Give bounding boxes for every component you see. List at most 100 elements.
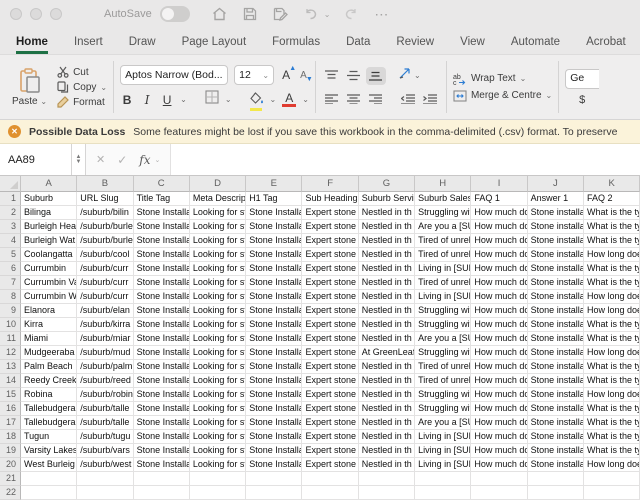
cell-g18[interactable]: Nestled in th: [359, 430, 415, 444]
cell-f9[interactable]: Expert stone: [302, 304, 358, 318]
cell-c16[interactable]: Stone Installa: [134, 402, 190, 416]
column-header-h[interactable]: H: [415, 176, 471, 192]
cell-a15[interactable]: Robina: [21, 388, 77, 402]
cell-f2[interactable]: Expert stone: [302, 206, 358, 220]
cell-a18[interactable]: Tugun: [21, 430, 77, 444]
cell-i5[interactable]: How much do: [471, 248, 527, 262]
cell-k4[interactable]: What is the ty: [584, 234, 640, 248]
column-header-g[interactable]: G: [359, 176, 415, 192]
cell-h22[interactable]: [415, 486, 471, 500]
cell-g2[interactable]: Nestled in th: [359, 206, 415, 220]
row-header-18[interactable]: 18: [0, 430, 21, 444]
undo-chevron-icon[interactable]: ⌄: [324, 10, 331, 19]
cell-a11[interactable]: Miami: [21, 332, 77, 346]
align-center-button[interactable]: [344, 90, 364, 108]
cell-b17[interactable]: /suburb/talle: [77, 416, 133, 430]
cell-b21[interactable]: [77, 472, 133, 486]
cell-i13[interactable]: How much do: [471, 360, 527, 374]
cell-h20[interactable]: Living in [SUB: [415, 458, 471, 472]
cell-c10[interactable]: Stone Installa: [134, 318, 190, 332]
cell-d15[interactable]: Looking for st: [190, 388, 246, 402]
cell-e21[interactable]: [246, 472, 302, 486]
enter-entry-icon[interactable]: ✓: [117, 153, 127, 167]
column-header-c[interactable]: C: [134, 176, 190, 192]
paste-chevron-icon[interactable]: ⌄: [40, 97, 47, 106]
font-color-chevron-icon[interactable]: ⌄: [302, 95, 309, 104]
row-header-11[interactable]: 11: [0, 332, 21, 346]
cell-k2[interactable]: What is the ty: [584, 206, 640, 220]
cell-e13[interactable]: Stone Installa: [246, 360, 302, 374]
fill-color-chevron-icon[interactable]: ⌄: [270, 95, 277, 104]
cell-e20[interactable]: Stone Installa: [246, 458, 302, 472]
orientation-chevron-icon[interactable]: ⌄: [414, 71, 421, 80]
cell-d4[interactable]: Looking for st: [190, 234, 246, 248]
cell-k21[interactable]: [584, 472, 640, 486]
cell-i3[interactable]: How much do: [471, 220, 527, 234]
tab-data[interactable]: Data: [346, 36, 370, 54]
cell-d19[interactable]: Looking for st: [190, 444, 246, 458]
cell-h10[interactable]: Struggling wit: [415, 318, 471, 332]
cell-h2[interactable]: Struggling wit: [415, 206, 471, 220]
stepper-down-icon[interactable]: ▼: [76, 160, 82, 165]
insert-function-icon[interactable]: fx: [139, 153, 150, 167]
borders-chevron-icon[interactable]: ⌄: [225, 95, 232, 104]
cell-e4[interactable]: Stone Installa: [246, 234, 302, 248]
cell-e7[interactable]: Stone Installa: [246, 276, 302, 290]
cell-i4[interactable]: How much do: [471, 234, 527, 248]
cell-j6[interactable]: Stone installa: [528, 262, 584, 276]
cell-g14[interactable]: Nestled in th: [359, 374, 415, 388]
undo-icon[interactable]: [304, 8, 318, 21]
more-commands-icon[interactable]: ⋯: [374, 6, 389, 23]
row-header-15[interactable]: 15: [0, 388, 21, 402]
row-header-19[interactable]: 19: [0, 444, 21, 458]
cell-b1[interactable]: URL Slug: [77, 192, 133, 206]
cell-c19[interactable]: Stone Installa: [134, 444, 190, 458]
cell-e3[interactable]: Stone Installa: [246, 220, 302, 234]
cell-j15[interactable]: Stone installa: [528, 388, 584, 402]
cell-c3[interactable]: Stone Installa: [134, 220, 190, 234]
cell-k9[interactable]: How long doe: [584, 304, 640, 318]
italic-button[interactable]: I: [140, 93, 154, 107]
tab-formulas[interactable]: Formulas: [272, 36, 320, 54]
cell-f4[interactable]: Expert stone: [302, 234, 358, 248]
cell-i22[interactable]: [471, 486, 527, 500]
row-header-21[interactable]: 21: [0, 472, 21, 486]
cell-a3[interactable]: Burleigh Hea: [21, 220, 77, 234]
home-icon[interactable]: [212, 7, 227, 21]
cell-k1[interactable]: FAQ 2: [584, 192, 640, 206]
cell-a16[interactable]: Tallebudgera: [21, 402, 77, 416]
cell-k17[interactable]: What is the ty: [584, 416, 640, 430]
row-header-9[interactable]: 9: [0, 304, 21, 318]
cell-a4[interactable]: Burleigh Wat: [21, 234, 77, 248]
cell-f6[interactable]: Expert stone: [302, 262, 358, 276]
cut-button[interactable]: Cut: [57, 66, 107, 78]
cell-g4[interactable]: Nestled in th: [359, 234, 415, 248]
cell-g9[interactable]: Nestled in th: [359, 304, 415, 318]
bottom-align-button[interactable]: [366, 67, 386, 85]
cell-h11[interactable]: Are you a [SU: [415, 332, 471, 346]
font-size-combo[interactable]: 12⌄: [234, 65, 274, 85]
cell-e9[interactable]: Stone Installa: [246, 304, 302, 318]
cell-h3[interactable]: Are you a [SU: [415, 220, 471, 234]
save-icon[interactable]: [243, 7, 257, 21]
cell-g8[interactable]: Nestled in th: [359, 290, 415, 304]
cell-j22[interactable]: [528, 486, 584, 500]
cell-j5[interactable]: Stone installa: [528, 248, 584, 262]
top-align-button[interactable]: [322, 67, 342, 85]
cell-d22[interactable]: [190, 486, 246, 500]
merge-centre-button[interactable]: Merge & Centre ⌄: [453, 90, 552, 102]
row-header-2[interactable]: 2: [0, 206, 21, 220]
cell-k22[interactable]: [584, 486, 640, 500]
row-header-17[interactable]: 17: [0, 416, 21, 430]
cell-a2[interactable]: Bilinga: [21, 206, 77, 220]
cell-j14[interactable]: Stone installa: [528, 374, 584, 388]
cell-c20[interactable]: Stone Installa: [134, 458, 190, 472]
cell-f8[interactable]: Expert stone: [302, 290, 358, 304]
column-header-f[interactable]: F: [302, 176, 358, 192]
cell-e6[interactable]: Stone Installa: [246, 262, 302, 276]
paste-button[interactable]: Paste ⌄: [6, 66, 53, 109]
cell-i20[interactable]: How much do: [471, 458, 527, 472]
cell-e16[interactable]: Stone Installa: [246, 402, 302, 416]
row-header-7[interactable]: 7: [0, 276, 21, 290]
orientation-button[interactable]: [398, 67, 412, 85]
